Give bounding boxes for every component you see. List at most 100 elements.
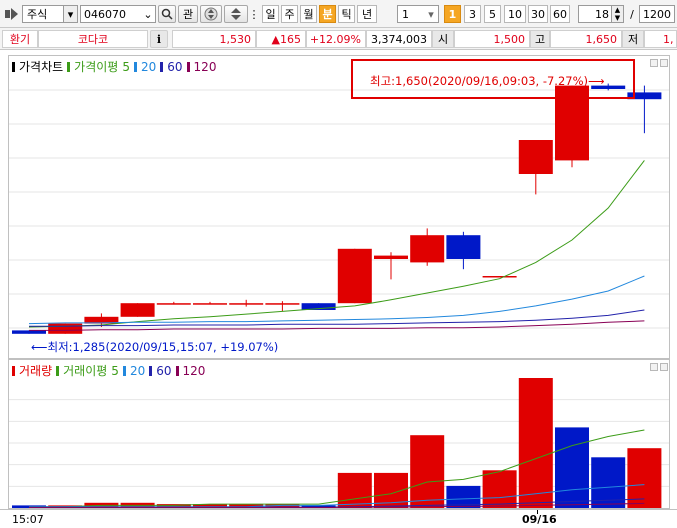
volume-bar xyxy=(555,427,589,508)
price-legend-ma5: 5 xyxy=(122,59,130,74)
open-label: 시 xyxy=(432,30,454,48)
minute-button-30[interactable]: 30 xyxy=(528,5,548,23)
change-rate: +12.09% xyxy=(306,30,366,48)
code-input-value: 046070 xyxy=(84,7,126,21)
panel-maximize-button[interactable] xyxy=(660,59,668,67)
candle-body xyxy=(337,248,372,304)
toolbar: 주식 ▾ 046070 ⌄ 관 ⋮ 일 주 월 분 틱 년 1 ▾ 1 3 5 … xyxy=(0,0,677,28)
spin-updown-icon[interactable] xyxy=(224,5,248,23)
price-legend-ma20: 20 xyxy=(140,59,157,74)
price-legend: 가격차트 가격이평 5 20 60 120 xyxy=(12,58,220,75)
candle-body xyxy=(265,303,300,305)
price-chart-panel[interactable]: 가격차트 가격이평 5 20 60 120 최고:1,650(2020/09/1… xyxy=(8,55,670,359)
tab-period-minute[interactable]: 분 xyxy=(319,5,336,23)
volume-chart-svg[interactable] xyxy=(9,360,669,508)
candle-body xyxy=(374,255,408,259)
price-legend-ma60: 60 xyxy=(167,59,183,74)
code-input[interactable]: 046070 ⌄ xyxy=(80,5,156,23)
chevron-down-icon[interactable]: ▾ xyxy=(63,6,77,22)
interval-select[interactable]: 1 ▾ xyxy=(397,5,439,23)
tab-period-year[interactable]: 년 xyxy=(357,5,377,23)
low-label: 저 xyxy=(622,30,644,48)
current-price: 1,530 xyxy=(172,30,256,48)
price-ma-line-5 xyxy=(28,160,645,328)
candle-body xyxy=(48,323,83,334)
panel-minimize-button[interactable] xyxy=(650,59,658,67)
tab-period-month[interactable]: 월 xyxy=(300,5,317,23)
legend-swatch-ma xyxy=(67,61,71,72)
market-select[interactable]: 주식 ▾ xyxy=(22,5,78,23)
legend-swatch-ma20 xyxy=(133,61,137,72)
minute-button-1[interactable]: 1 xyxy=(444,5,461,23)
candle-body xyxy=(410,235,445,263)
x-axis: 15:07 09/16 xyxy=(0,509,677,528)
legend-swatch-ma120 xyxy=(186,61,190,72)
minute-button-10[interactable]: 10 xyxy=(504,5,526,23)
volume-bar xyxy=(518,378,553,508)
price-legend-title: 가격차트 xyxy=(19,60,64,74)
low-value: 1, xyxy=(644,30,677,48)
low-annotation: ⟵최저:1,285(2020/09/15,15:07, +19.07%) xyxy=(31,340,279,354)
x-axis-tick xyxy=(537,510,538,514)
candle-body xyxy=(518,140,553,174)
volume-legend-ma20: 20 xyxy=(129,363,146,378)
candle-body xyxy=(12,330,46,334)
panel-maximize-button[interactable] xyxy=(660,363,668,371)
info-button[interactable]: i xyxy=(150,30,168,48)
quote-bar: 환기 코다코 i 1,530 ▲165 +12.09% 3,374,003 시 … xyxy=(0,28,677,50)
candle-body xyxy=(482,276,517,278)
volume-chart-panel[interactable]: 거래량 거래이평 5 20 60 120 xyxy=(8,359,670,509)
candle-body xyxy=(229,303,264,305)
volume-bar xyxy=(410,435,445,508)
candle-body xyxy=(446,235,481,259)
search-icon[interactable] xyxy=(158,5,176,23)
count-stepper[interactable]: 18 ▲ ▼ xyxy=(578,5,624,23)
stock-name: 코다코 xyxy=(38,30,148,48)
exchange-badge: 환기 xyxy=(2,30,38,48)
tab-period-day[interactable]: 일 xyxy=(262,5,279,23)
link-arrow-icon[interactable] xyxy=(4,7,20,21)
legend-swatch-vma60 xyxy=(149,365,153,376)
legend-swatch-ma60 xyxy=(160,61,164,72)
tab-period-week[interactable]: 주 xyxy=(281,5,298,23)
trade-volume: 3,374,003 xyxy=(366,30,432,48)
volume-bar xyxy=(337,472,372,508)
panel-minimize-button[interactable] xyxy=(650,363,658,371)
x-axis-label-start: 15:07 xyxy=(12,513,44,526)
volume-legend-title: 거래량 xyxy=(19,364,53,378)
high-label: 고 xyxy=(530,30,550,48)
link-toggle-icon[interactable] xyxy=(200,5,222,23)
count-stepper-value: 18 xyxy=(595,7,609,21)
tab-period-tick[interactable]: 틱 xyxy=(338,5,355,23)
legend-swatch-vma xyxy=(56,365,60,376)
minute-button-5[interactable]: 5 xyxy=(484,5,501,23)
volume-legend-ma60: 60 xyxy=(156,363,172,378)
legend-swatch-vma20 xyxy=(122,365,126,376)
chevron-down-icon[interactable]: ⌄ xyxy=(141,8,155,21)
candle-body xyxy=(193,303,227,305)
toolbar-separator: ⋮ xyxy=(248,7,260,21)
price-legend-ma-title: 가격이평 xyxy=(74,60,119,74)
volume-legend-ma120: 120 xyxy=(182,363,206,378)
interval-select-value: 1 xyxy=(402,7,409,21)
legend-swatch-price xyxy=(12,61,15,72)
candle-body xyxy=(156,303,191,305)
volume-legend-ma-title: 거래이평 xyxy=(63,364,108,378)
minute-button-3[interactable]: 3 xyxy=(464,5,481,23)
interest-button[interactable]: 관 xyxy=(178,5,198,23)
candle-body xyxy=(120,303,155,317)
stepper-arrows-icon[interactable]: ▲ ▼ xyxy=(611,6,623,22)
price-chart-svg[interactable] xyxy=(9,56,669,358)
open-value: 1,500 xyxy=(454,30,530,48)
chevron-down-icon[interactable]: ▾ xyxy=(424,8,438,21)
volume-bar xyxy=(482,470,517,508)
volume-legend-ma5: 5 xyxy=(111,363,119,378)
high-annotation: 최고:1,650(2020/09/16,09:03, -7.27%)⟶ xyxy=(351,59,635,99)
max-count-field[interactable]: 1200 xyxy=(639,5,675,23)
count-divider: / xyxy=(630,7,634,21)
minute-button-60[interactable]: 60 xyxy=(550,5,570,23)
high-value: 1,650 xyxy=(550,30,622,48)
legend-swatch-vma120 xyxy=(175,365,179,376)
volume-legend: 거래량 거래이평 5 20 60 120 xyxy=(12,362,209,379)
x-axis-label-date: 09/16 xyxy=(522,513,557,526)
